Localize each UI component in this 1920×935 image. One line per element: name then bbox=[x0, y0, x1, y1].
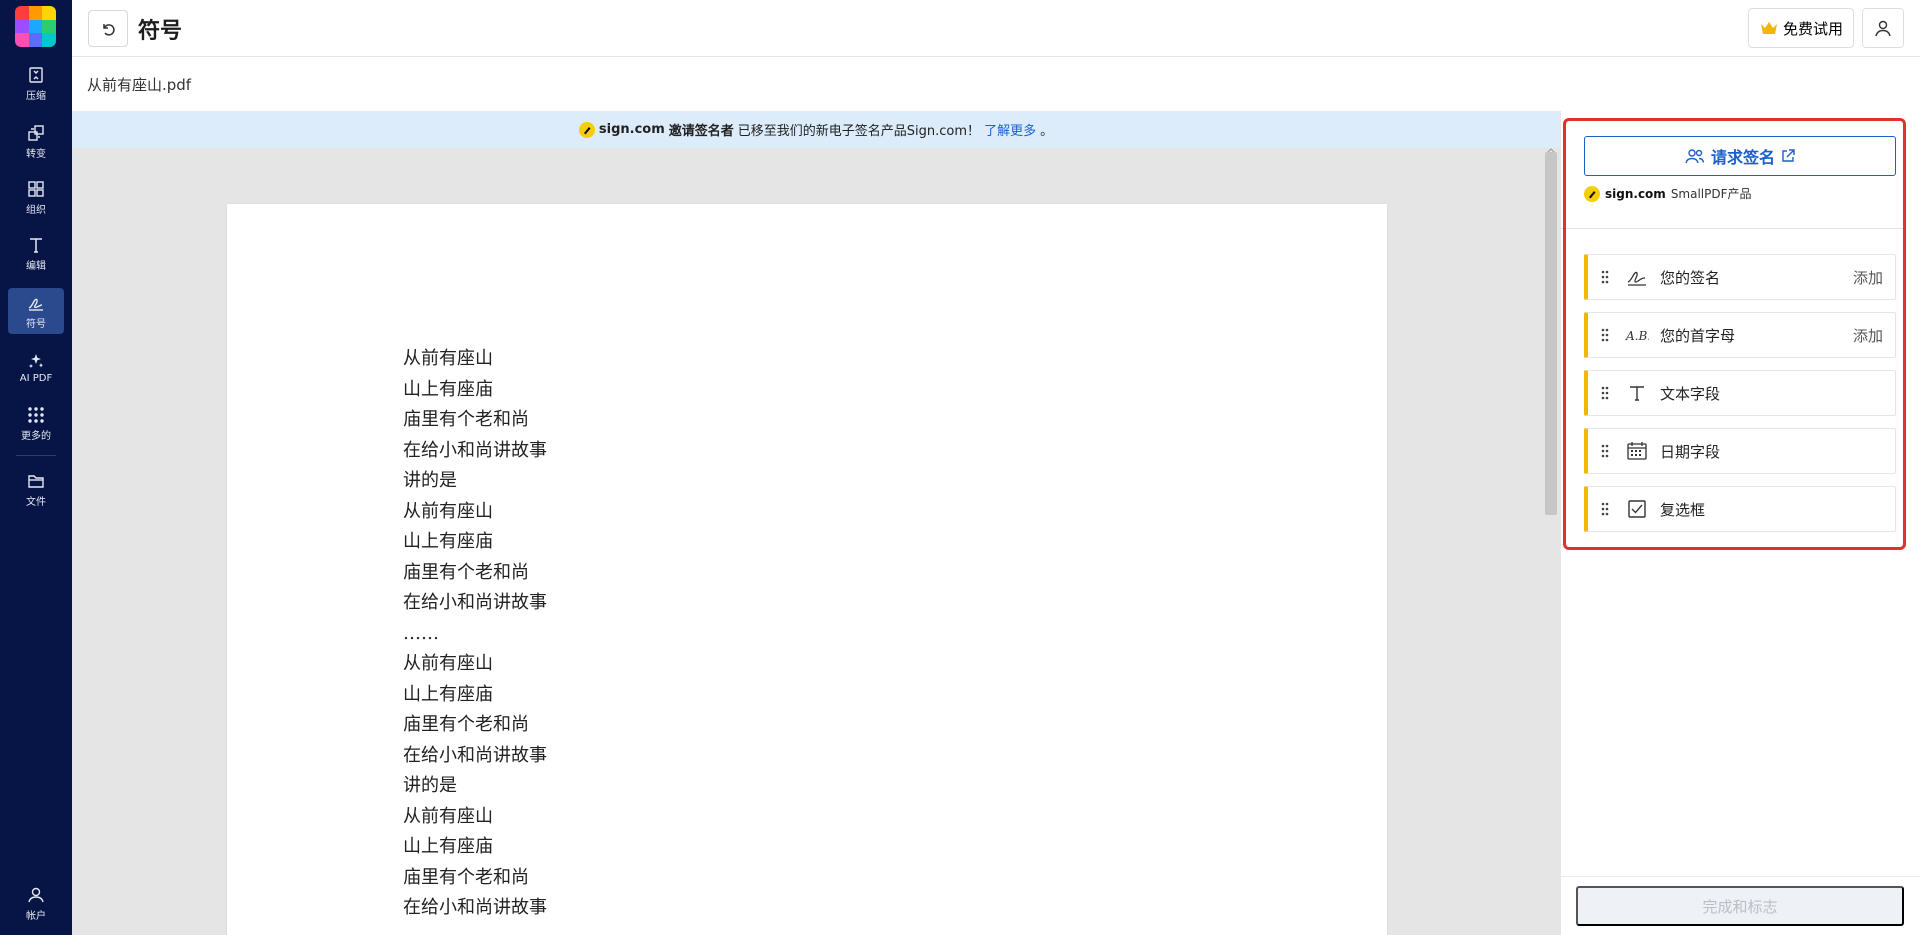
convert-icon bbox=[28, 124, 44, 141]
panel-footer-divider bbox=[1561, 876, 1920, 877]
rail-label: 转变 bbox=[26, 148, 46, 160]
folder-icon bbox=[28, 474, 44, 488]
rail-item-organize[interactable]: 组织 bbox=[8, 174, 64, 220]
rail-item-edit[interactable]: 编辑 bbox=[8, 230, 64, 276]
rail-item-files[interactable]: 文件 bbox=[8, 466, 64, 512]
rail-divider bbox=[16, 455, 56, 456]
free-trial-label: 免费试用 bbox=[1782, 20, 1843, 38]
text-line: 讲的是 bbox=[403, 775, 457, 796]
text-line: …… bbox=[403, 622, 439, 644]
text-line: 从前有座山 bbox=[403, 500, 493, 522]
text-line: 从前有座山 bbox=[403, 653, 493, 674]
profile-button[interactable] bbox=[1862, 8, 1904, 48]
text-line: 从前有座山 bbox=[403, 805, 493, 827]
rail-label: 压缩 bbox=[26, 90, 46, 102]
text-line: 山上有座庙 bbox=[403, 836, 493, 857]
banner-learn-more-link[interactable]: 了解更多 bbox=[984, 120, 1036, 139]
text-line: 庙里有个老和尚 bbox=[403, 561, 529, 583]
red-highlight-box bbox=[1563, 118, 1906, 550]
free-trial-button[interactable]: 免费试用 bbox=[1747, 8, 1854, 48]
banner-text: 已移至我们的新电子签名产品Sign.com！ bbox=[737, 124, 981, 139]
vertical-scrollbar[interactable] bbox=[1545, 152, 1557, 515]
compress-icon bbox=[29, 66, 43, 83]
undo-icon bbox=[103, 23, 115, 36]
undo-button[interactable] bbox=[88, 10, 128, 47]
rail-label: 文件 bbox=[26, 496, 46, 508]
text-line: 在给小和尚讲故事 bbox=[403, 592, 547, 613]
page-text: 从前有座山 山上有座庙 庙里有个老和尚 在给小和尚讲故事 讲的是 从前有座山 山… bbox=[403, 344, 547, 924]
text-line: 从前有座山 bbox=[403, 348, 493, 369]
signature-icon bbox=[28, 298, 43, 311]
rail-item-more[interactable]: 更多的 bbox=[8, 400, 64, 446]
user-icon bbox=[28, 887, 44, 902]
text-line: 山上有座庙 bbox=[403, 683, 493, 705]
smallpdf-logo[interactable] bbox=[15, 6, 56, 47]
text-line: 庙里有个老和尚 bbox=[403, 714, 529, 735]
document-filename: 从前有座山.pdf bbox=[87, 76, 192, 94]
user-icon bbox=[1875, 20, 1891, 37]
text-line: 在给小和尚讲故事 bbox=[403, 744, 547, 766]
rail-item-sign[interactable]: 符号 bbox=[8, 288, 64, 334]
rail-label: 组织 bbox=[26, 204, 46, 216]
text-line: 在给小和尚讲故事 bbox=[403, 439, 547, 461]
rail-label: 符号 bbox=[26, 318, 46, 330]
grid-icon bbox=[28, 180, 44, 197]
page-title: 符号 bbox=[138, 19, 183, 44]
rail-label: AI PDF bbox=[19, 372, 53, 384]
apps-icon bbox=[28, 406, 44, 423]
text-line: 山上有座庙 bbox=[403, 531, 493, 552]
left-navigation-rail: 压缩 转变 组织 编辑 符号 AI PDF 更多的 文件 帐户 bbox=[0, 0, 72, 935]
banner-bold-text: 邀请签名者 bbox=[668, 124, 734, 139]
document-viewer[interactable]: 从前有座山 山上有座庙 庙里有个老和尚 在给小和尚讲故事 讲的是 从前有座山 山… bbox=[72, 148, 1560, 935]
rail-label: 编辑 bbox=[26, 260, 46, 272]
rail-label: 帐户 bbox=[26, 910, 46, 922]
banner-brand: sign.com bbox=[598, 122, 665, 137]
text-line: 讲的是 bbox=[403, 470, 457, 491]
rail-item-compress[interactable]: 压缩 bbox=[8, 60, 64, 106]
top-bar: 符号 免费试用 bbox=[72, 0, 1920, 57]
rail-item-account[interactable]: 帐户 bbox=[8, 880, 64, 926]
text-line: 山上有座庙 bbox=[403, 378, 493, 400]
sparkle-icon bbox=[29, 353, 43, 368]
crown-icon bbox=[1760, 22, 1777, 34]
pdf-page[interactable]: 从前有座山 山上有座庙 庙里有个老和尚 在给小和尚讲故事 讲的是 从前有座山 山… bbox=[227, 204, 1387, 935]
rail-item-ai-pdf[interactable]: AI PDF bbox=[8, 344, 64, 390]
rail-label: 更多的 bbox=[21, 430, 51, 442]
sign-com-logo-icon bbox=[578, 121, 595, 138]
text-icon bbox=[30, 237, 42, 253]
finish-and-sign-button[interactable]: 完成和标志 bbox=[1576, 886, 1904, 926]
text-line: 在给小和尚讲故事 bbox=[403, 897, 547, 918]
text-line: 庙里有个老和尚 bbox=[403, 866, 529, 888]
rail-item-convert[interactable]: 转变 bbox=[8, 118, 64, 164]
info-banner: sign.com 邀请签名者 已移至我们的新电子签名产品Sign.com！ 了解… bbox=[72, 111, 1560, 148]
text-line: 庙里有个老和尚 bbox=[403, 409, 529, 430]
banner-end: 。 bbox=[1040, 124, 1054, 139]
